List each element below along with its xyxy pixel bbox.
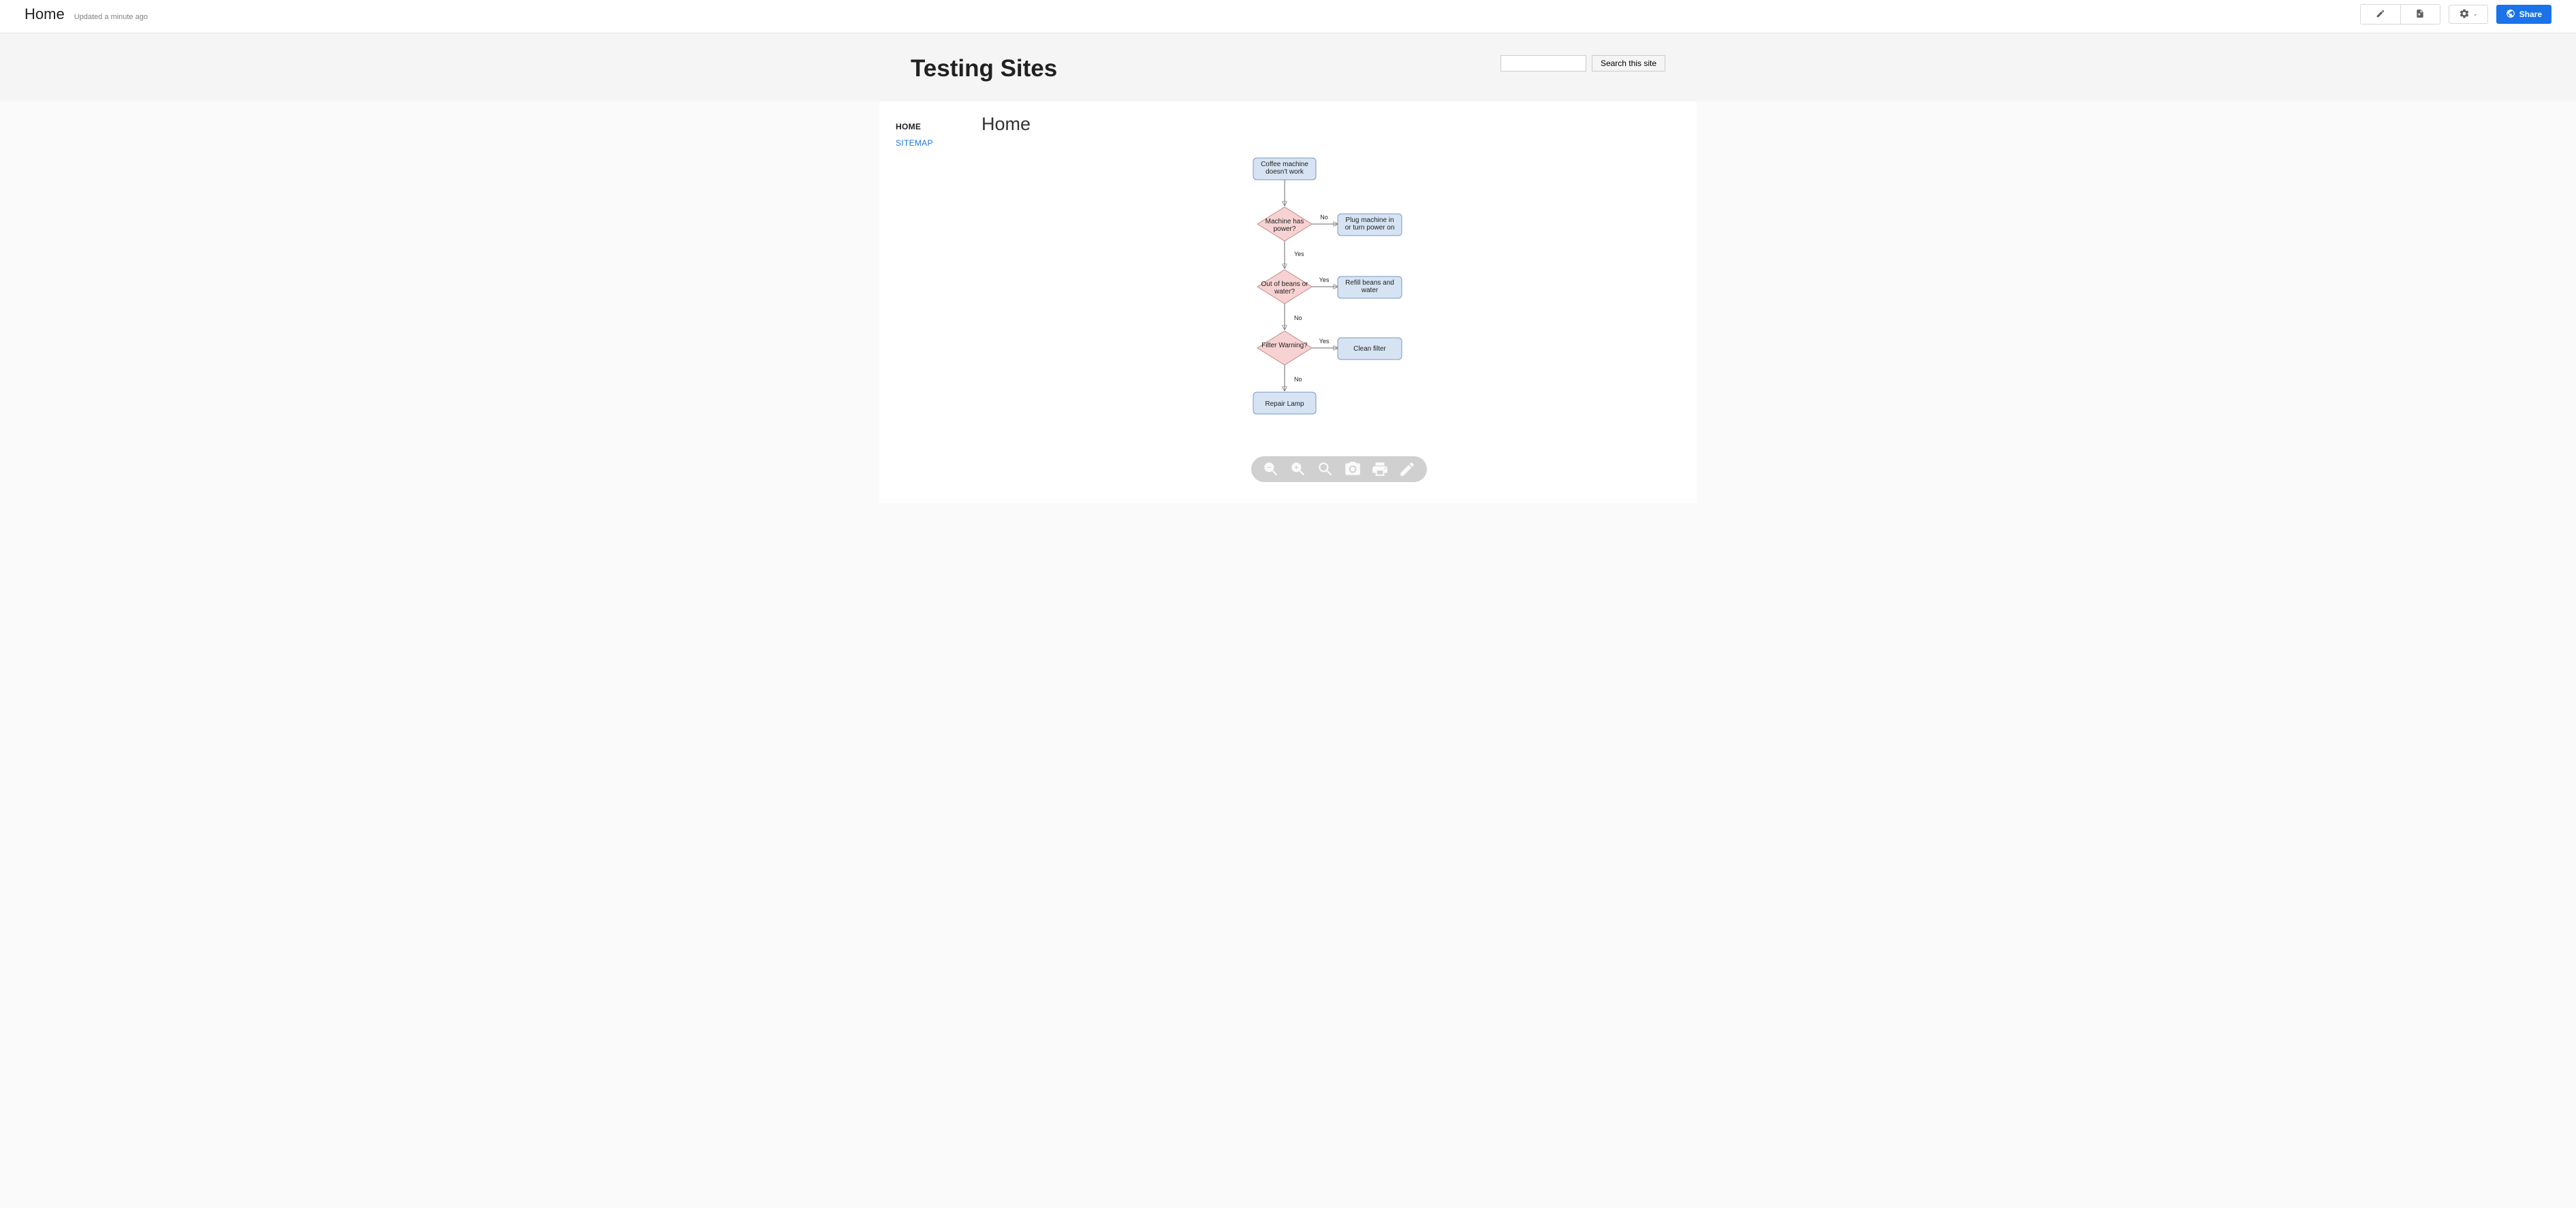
node-d3-text: Filter Warning? — [1261, 342, 1308, 349]
screenshot-button[interactable] — [1342, 459, 1363, 479]
pencil-icon — [2376, 9, 2385, 20]
topbar: Home Updated a minute ago — [0, 0, 2576, 33]
zoom-in-icon — [1289, 460, 1307, 478]
node-a1-text: Plug machine inor turn power on — [1345, 217, 1395, 232]
flowchart-wrap: Coffee machinedoesn't work Machine haspo… — [981, 154, 1697, 454]
label-d3-right: Yes — [1319, 338, 1330, 345]
node-a1[interactable]: Plug machine inor turn power on — [1338, 214, 1402, 236]
zoom-in-button[interactable] — [1288, 459, 1308, 479]
updated-timestamp: Updated a minute ago — [74, 13, 148, 21]
node-a3-text: Clean filter — [1353, 345, 1386, 353]
edit-diagram-button[interactable] — [1397, 459, 1417, 479]
label-d2-down: No — [1294, 315, 1302, 321]
edit-button[interactable] — [2361, 5, 2400, 24]
flowchart-svg: Coffee machinedoesn't work Machine haspo… — [1216, 154, 1462, 426]
main: Home Coffee machinedoesn't work — [981, 101, 1697, 483]
node-d2[interactable]: Out of beans orwater? — [1257, 270, 1312, 304]
label-d3-down: No — [1294, 376, 1302, 383]
search-button[interactable]: Search this site — [1592, 55, 1665, 71]
share-button[interactable]: Share — [2496, 5, 2551, 24]
topbar-right: Share — [2360, 4, 2551, 25]
search-area: Search this site — [1501, 55, 1665, 71]
node-end-text: Repair Lamp — [1265, 400, 1304, 408]
pencil-icon — [1398, 460, 1416, 478]
zoom-fit-button[interactable] — [1315, 459, 1336, 479]
chevron-down-icon — [2472, 10, 2478, 20]
sidebar-item-home[interactable]: HOME — [896, 122, 965, 131]
print-icon — [1371, 460, 1389, 478]
label-d1-right: No — [1320, 214, 1328, 221]
zoom-out-button[interactable] — [1261, 459, 1281, 479]
content-area: HOME SITEMAP Home Coffee machinedoesn't … — [879, 101, 1697, 503]
node-start[interactable]: Coffee machinedoesn't work — [1253, 158, 1316, 180]
node-a2[interactable]: Refill beans andwater — [1338, 276, 1402, 298]
topbar-left: Home Updated a minute ago — [25, 5, 148, 23]
site-title: Testing Sites — [911, 55, 1057, 82]
flowchart: Coffee machinedoesn't work Machine haspo… — [1216, 154, 1462, 454]
node-d1[interactable]: Machine haspower? — [1257, 207, 1312, 241]
node-end[interactable]: Repair Lamp — [1253, 392, 1316, 414]
site-header-inner: Testing Sites Search this site — [879, 55, 1697, 82]
label-d1-down: Yes — [1294, 251, 1304, 257]
sidebar-item-sitemap[interactable]: SITEMAP — [896, 138, 965, 148]
search-input[interactable] — [1501, 55, 1586, 71]
node-start-text: Coffee machinedoesn't work — [1261, 161, 1308, 176]
add-page-icon — [2415, 9, 2425, 20]
diagram-toolbar — [1251, 456, 1427, 482]
edit-button-group — [2360, 4, 2440, 25]
gear-icon — [2459, 8, 2470, 21]
sidebar: HOME SITEMAP — [879, 101, 981, 483]
zoom-fit-icon — [1317, 460, 1334, 478]
camera-icon — [1344, 460, 1362, 478]
settings-button[interactable] — [2449, 5, 2488, 24]
zoom-out-icon — [1262, 460, 1280, 478]
add-page-button[interactable] — [2400, 5, 2440, 24]
share-label: Share — [2519, 10, 2542, 19]
page-heading: Home — [981, 114, 1697, 135]
page-title-breadcrumb: Home — [25, 5, 65, 23]
site-header-band: Testing Sites Search this site — [0, 33, 2576, 101]
node-a3[interactable]: Clean filter — [1338, 338, 1402, 360]
label-d2-right: Yes — [1319, 276, 1330, 283]
node-d3[interactable]: Filter Warning? — [1257, 331, 1312, 365]
globe-icon — [2506, 9, 2515, 20]
print-button[interactable] — [1370, 459, 1390, 479]
